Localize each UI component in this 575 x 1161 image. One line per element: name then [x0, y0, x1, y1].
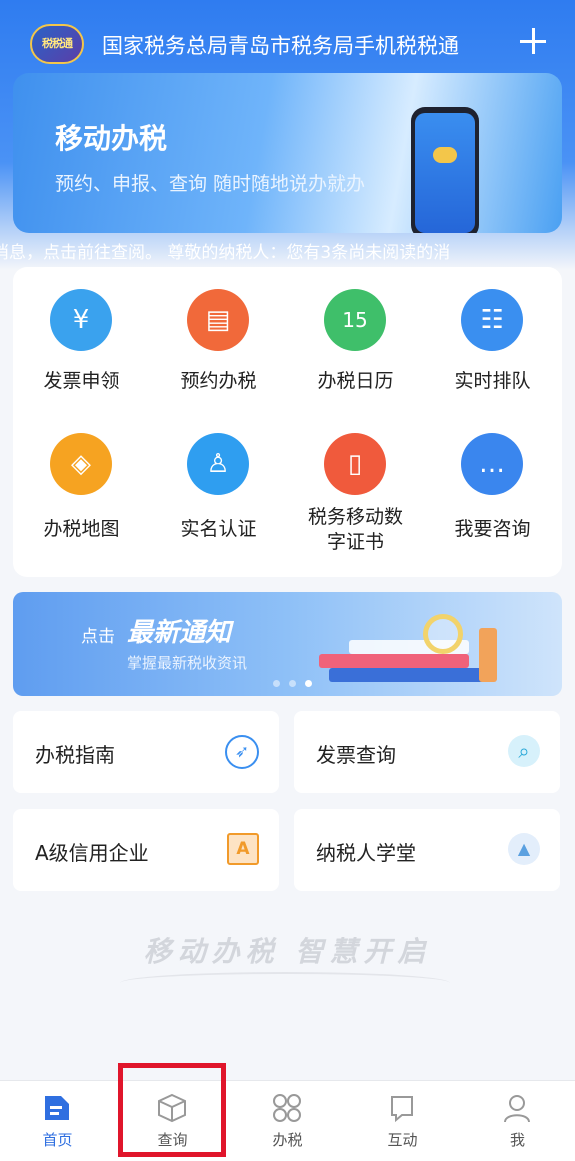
tab-me[interactable]: 我	[460, 1081, 575, 1161]
certificate-icon: ▯	[324, 433, 386, 495]
quick-link-a-credit[interactable]: A级信用企业 A	[13, 809, 279, 891]
banner-title: 移动办税	[55, 122, 168, 155]
service-item-appointment[interactable]: ▤ 预约办税	[150, 289, 287, 429]
service-label: 税务移动数字证书	[307, 506, 403, 553]
tab-label: 办税	[272, 1131, 303, 1149]
ticker-text: 消息，点击前往查阅。 尊敬的纳税人：您有3条尚未阅读的消	[0, 243, 451, 262]
latest-notice-banner[interactable]: 点击 最新通知 掌握最新税收资讯	[13, 592, 562, 696]
a-badge-icon: A	[227, 833, 259, 865]
map-icon: ◈	[50, 433, 112, 495]
notice-description: 掌握最新税收资讯	[127, 654, 248, 672]
carousel-dots	[273, 672, 321, 691]
service-label: 办税地图	[43, 518, 120, 540]
tab-home[interactable]: 首页	[0, 1081, 115, 1161]
quick-link-invoice-query[interactable]: 发票查询 ⌕	[294, 711, 560, 793]
magnifier-icon: ⌕	[508, 735, 540, 767]
service-item-calendar[interactable]: 15 办税日历	[287, 289, 424, 429]
phone-illustration	[411, 107, 479, 233]
service-item-invoice-apply[interactable]: ¥ 发票申领	[13, 289, 150, 429]
service-label: 预约办税	[180, 370, 257, 392]
chat-icon: …	[461, 433, 523, 495]
slogan: 移动办税 智慧开启	[143, 935, 432, 968]
service-label: 办税日历	[317, 370, 394, 392]
service-item-queue[interactable]: ☷ 实时排队	[424, 289, 561, 429]
grid-icon	[273, 1094, 301, 1122]
service-item-consult[interactable]: … 我要咨询	[424, 433, 561, 573]
bottom-tab-bar: 首页 查询 办税 互动 我	[0, 1080, 575, 1161]
quick-link-label: 发票查询	[316, 743, 396, 767]
books-illustration	[319, 618, 519, 682]
invoice-icon: ¥	[50, 289, 112, 351]
add-plus-icon[interactable]	[516, 24, 550, 58]
app-title: 国家税务总局青岛市税务局手机税税通	[102, 34, 459, 58]
notice-title: 最新通知	[127, 618, 232, 648]
service-label: 发票申领	[43, 370, 120, 392]
slogan-swoosh	[120, 972, 450, 994]
quick-link-tax-guide[interactable]: 办税指南 ➶	[13, 711, 279, 793]
quick-link-label: 纳税人学堂	[316, 841, 416, 865]
tab-label: 互动	[387, 1131, 418, 1149]
service-label: 实时排队	[454, 370, 531, 392]
app-logo: 税税通	[30, 24, 84, 64]
notice-ticker[interactable]: 消息，点击前往查阅。 尊敬的纳税人：您有3条尚未阅读的消	[0, 238, 575, 262]
magnifier-illustration	[423, 614, 463, 654]
service-item-real-name[interactable]: ♙ 实名认证	[150, 433, 287, 573]
tab-handle-tax[interactable]: 办税	[230, 1081, 345, 1161]
quick-link-label: 办税指南	[35, 743, 115, 767]
queue-icon: ☷	[461, 289, 523, 351]
home-icon	[45, 1096, 69, 1120]
service-grid: ¥ 发票申领 ▤ 预约办税 15 办税日历 ☷ 实时排队 ◈ 办税地图 ♙ 实名…	[13, 267, 562, 577]
tab-interact[interactable]: 互动	[345, 1081, 460, 1161]
quick-link-taxpayer-school[interactable]: 纳税人学堂 ▲	[294, 809, 560, 891]
tab-label: 我	[509, 1131, 525, 1149]
appointment-icon: ▤	[187, 289, 249, 351]
service-label: 我要咨询	[454, 518, 531, 540]
calendar-icon: 15	[324, 289, 386, 351]
tab-label: 首页	[42, 1131, 73, 1149]
service-item-certificate[interactable]: ▯ 税务移动数字证书	[287, 433, 424, 573]
hero-banner[interactable]: 移动办税 预约、申报、查询 随时随地说办就办	[13, 73, 562, 233]
quick-link-label: A级信用企业	[35, 841, 149, 865]
service-label: 实名认证	[180, 518, 257, 540]
notice-click-text: 点击	[81, 627, 115, 647]
user-verify-icon: ♙	[187, 433, 249, 495]
interact-icon	[391, 1096, 413, 1123]
graduation-cap-icon: ▲	[508, 833, 540, 865]
service-item-map[interactable]: ◈ 办税地图	[13, 433, 150, 573]
compass-icon: ➶	[225, 735, 259, 769]
person-icon	[504, 1095, 530, 1123]
banner-subtitle: 预约、申报、查询 随时随地说办就办	[55, 173, 366, 195]
highlight-box	[118, 1063, 226, 1157]
